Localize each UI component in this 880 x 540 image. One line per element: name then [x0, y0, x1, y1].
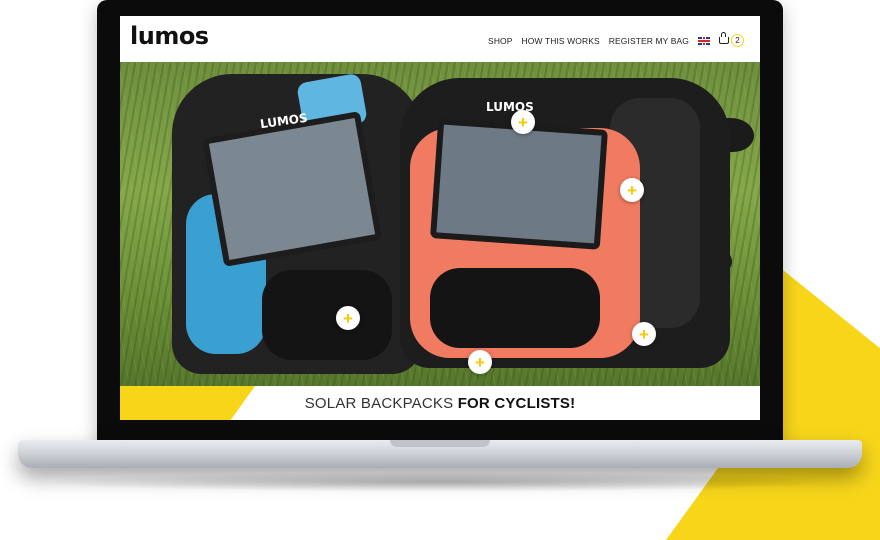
- lumos-logo[interactable]: lumos: [130, 22, 209, 50]
- backpack-coral: LUMOS: [400, 78, 730, 368]
- tagline-band: SOLAR BACKPACKS FOR CYCLISTS!: [120, 386, 760, 420]
- solar-panel: [201, 111, 383, 267]
- hotspot-plus-icon[interactable]: +: [632, 322, 656, 346]
- cart-count-badge: 2: [731, 34, 744, 47]
- nav-how-this-works[interactable]: HOW THIS WORKS: [522, 36, 600, 46]
- logo-text: lumos: [130, 22, 209, 50]
- bag-pouch: [262, 270, 392, 360]
- solar-panel: [430, 118, 608, 250]
- hotspot-plus-icon[interactable]: +: [336, 306, 360, 330]
- main-nav: SHOP HOW THIS WORKS REGISTER MY BAG 2: [488, 32, 744, 47]
- laptop-base: [18, 440, 862, 468]
- laptop-shadow: [40, 472, 840, 492]
- hotspot-plus-icon[interactable]: +: [620, 178, 644, 202]
- website-screen: lumos SHOP HOW THIS WORKS REGISTER MY BA…: [120, 16, 760, 420]
- tagline-light: SOLAR BACKPACKS: [304, 395, 458, 412]
- tagline-bold: FOR CYCLISTS!: [457, 395, 576, 412]
- nav-register-my-bag[interactable]: REGISTER MY BAG: [609, 36, 689, 46]
- uk-flag-icon[interactable]: [698, 36, 710, 45]
- hero-image: LUMOS LUMOS + + + + +: [120, 62, 760, 386]
- site-header: lumos SHOP HOW THIS WORKS REGISTER MY BA…: [120, 16, 760, 62]
- basket-icon: [719, 32, 729, 44]
- hotspot-plus-icon[interactable]: +: [468, 350, 492, 374]
- hotspot-plus-icon[interactable]: +: [511, 110, 535, 134]
- nav-shop[interactable]: SHOP: [488, 36, 513, 46]
- bag-pouch: [430, 268, 600, 348]
- laptop-notch: [390, 440, 490, 447]
- backpack-blue: LUMOS: [172, 72, 422, 374]
- tagline-text: SOLAR BACKPACKS FOR CYCLISTS!: [120, 395, 760, 412]
- cart-button[interactable]: 2: [719, 32, 744, 47]
